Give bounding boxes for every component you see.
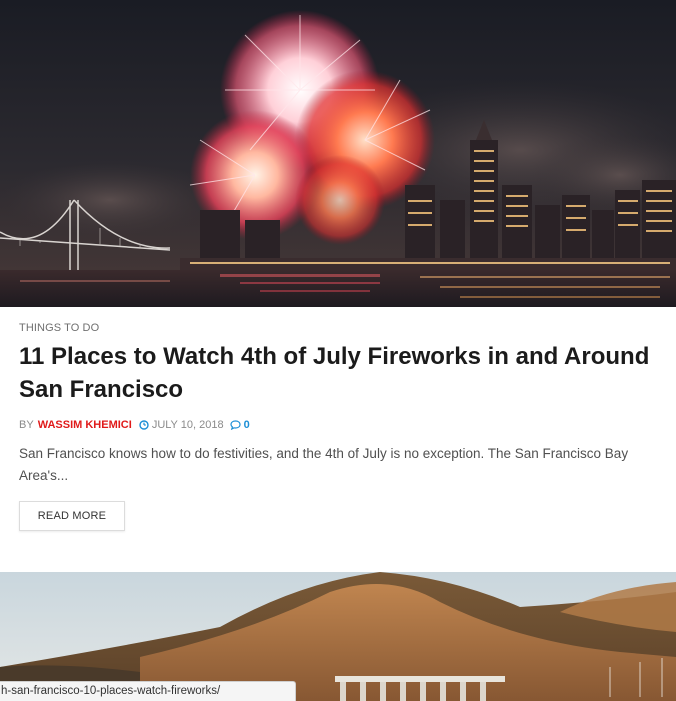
fireworks-skyline-photo <box>0 0 676 307</box>
comments-link[interactable]: 0 <box>229 419 250 431</box>
post-meta: BY WASSIM KHEMICI JULY 10, 2018 0 <box>19 419 250 431</box>
post-title[interactable]: 11 Places to Watch 4th of July Fireworks… <box>19 340 659 406</box>
read-more-button[interactable]: READ MORE <box>19 501 125 531</box>
clock-icon <box>139 420 149 430</box>
featured-image-fireworks[interactable] <box>0 0 676 307</box>
author-link[interactable]: WASSIM KHEMICI <box>38 419 132 431</box>
comment-icon <box>229 420 241 430</box>
category-link[interactable]: THINGS TO DO <box>19 322 99 334</box>
post-date-text: JULY 10, 2018 <box>151 419 224 431</box>
post-excerpt: San Francisco knows how to do festivitie… <box>19 446 629 483</box>
status-bar-url: h-san-francisco-10-places-watch-firework… <box>0 681 296 701</box>
post-date: JULY 10, 2018 <box>139 419 224 431</box>
comment-count: 0 <box>243 419 250 431</box>
byline-label: BY <box>19 419 34 431</box>
